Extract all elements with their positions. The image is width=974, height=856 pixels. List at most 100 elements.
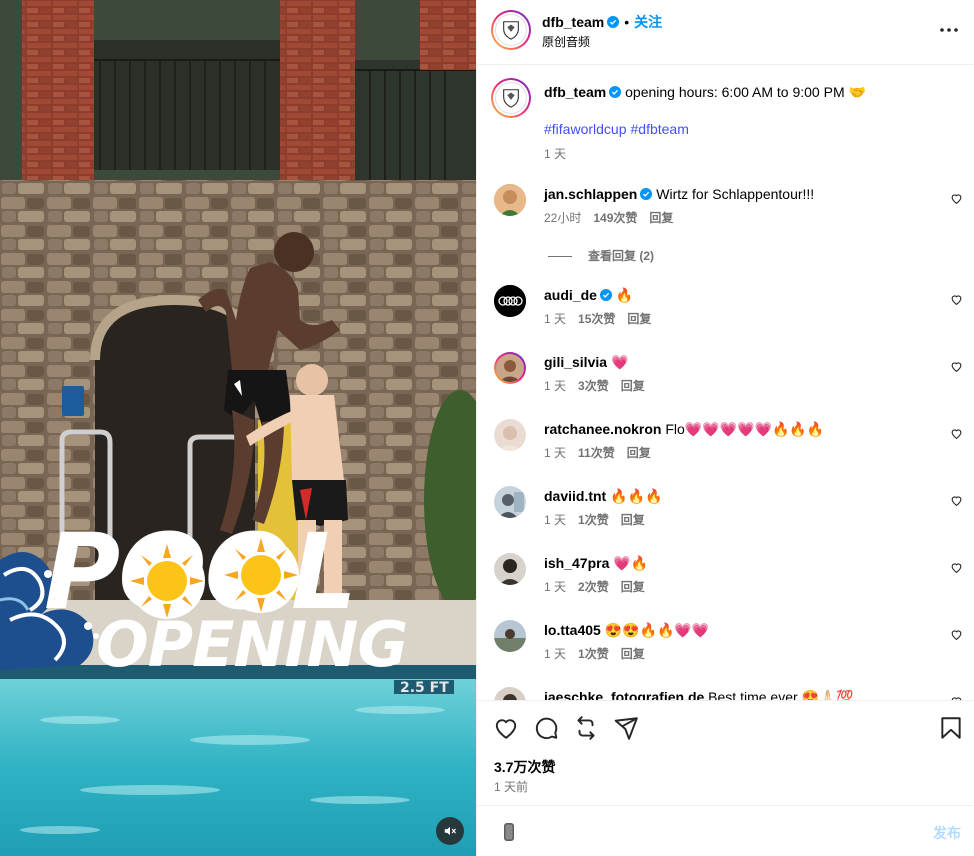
replies-divider [548,256,572,258]
verified-badge-icon [599,289,612,301]
commenter-avatar[interactable] [494,184,526,216]
comment-likes[interactable]: 3次赞 [578,379,609,393]
follow-button[interactable]: 关注 [634,14,662,30]
author-username[interactable]: dfb_team [542,14,604,30]
commenter-avatar[interactable] [494,553,526,585]
commenter-avatar[interactable] [494,687,526,700]
caption-hashtags: #fifaworldcup #dfbteam [544,121,693,137]
reply-button[interactable]: 回复 [621,647,645,661]
speaker-muted-icon [444,826,456,836]
reply-button[interactable]: 回复 [627,446,651,460]
more-horizontal-icon[interactable] [937,18,961,42]
post-detail-panel: dfb_team • 关注 原创音频 dfb_team opening hours:… [476,0,974,856]
video-frame: 2.5 FT [0,0,476,856]
heart-icon[interactable] [950,192,963,205]
comment-text: 😍😍🔥🔥💗💗 [604,622,710,638]
comment-text: 💗 [610,354,629,370]
emoji-icon[interactable] [497,820,521,844]
caption-username[interactable]: dfb_team [544,84,606,100]
comment-item: ratchanee.nokron Flo💗💗💗💗💗🔥🔥🔥 1 天 11次赞 回复 [477,419,974,479]
comment-likes[interactable]: 1次赞 [578,513,609,527]
comment-likes[interactable]: 1次赞 [578,647,609,661]
verified-badge-icon [640,188,653,200]
likes-count[interactable]: 3.7万次赞 [494,757,555,777]
commenter-username[interactable]: daviid.tnt [544,488,606,504]
hashtag-link[interactable]: #dfbteam [631,121,689,137]
commenter-username[interactable]: jaeschke_fotografien.de [544,689,704,700]
reply-button[interactable]: 回复 [621,513,645,527]
comment-item: jan.schlappen Wirtz for Schlappentour!!!… [477,184,974,244]
comment-text: 🔥🔥🔥 [610,488,663,504]
repost-icon[interactable] [573,715,599,741]
comment-icon[interactable] [533,715,559,741]
reply-button[interactable]: 回复 [621,580,645,594]
caption-time: 1 天 [544,147,567,161]
heart-icon[interactable] [950,427,963,440]
depth-marker: 2.5 FT [400,680,449,696]
comment-likes[interactable]: 11次赞 [578,446,615,460]
comments-list[interactable]: dfb_team opening hours: 6:00 AM to 9:00 … [477,66,974,700]
bookmark-icon[interactable] [938,715,964,741]
comment-item: lo.tta405 😍😍🔥🔥💗💗 1 天 1次赞 回复 [477,620,974,680]
caption-emoji: 🤝 [848,84,866,100]
hashtag-link[interactable]: #fifaworldcup [544,121,627,137]
comment-text: Flo💗💗💗💗💗🔥🔥🔥 [665,421,825,437]
post-header: dfb_team • 关注 原创音频 [477,0,974,65]
heart-icon[interactable] [950,494,963,507]
comment-item: ish_47pra 💗🔥 1 天 2次赞 回复 [477,553,974,613]
heart-icon[interactable] [950,293,963,306]
reply-button[interactable]: 回复 [649,211,673,225]
commenter-username[interactable]: ish_47pra [544,555,609,571]
comment-text: Wirtz for Schlappentour!!! [656,186,815,202]
comment-text: 🔥 [615,287,634,303]
comment-input[interactable] [537,820,897,842]
send-icon[interactable] [613,715,639,741]
author-avatar[interactable] [491,10,531,50]
dfb-logo-icon [503,21,519,40]
comment-text: Best time ever 😍🙏🏻💯 [708,689,854,700]
sun-emoji-right [223,537,299,613]
post-comment-button[interactable]: 发布 [933,823,961,843]
posted-time: 1 天前 [494,780,529,794]
comment-likes[interactable]: 149次赞 [593,211,637,225]
mute-toggle-button[interactable] [436,817,464,845]
sun-emoji-left [129,543,205,619]
comment-text: 💗🔥 [613,555,649,571]
commenter-avatar[interactable] [494,352,526,384]
comment-likes[interactable]: 2次赞 [578,580,609,594]
comment-time: 1 天 [544,312,567,326]
heart-icon[interactable] [950,628,963,641]
audio-label[interactable]: 原创音频 [542,33,590,50]
comment-time: 1 天 [544,513,567,527]
commenter-username[interactable]: lo.tta405 [544,622,601,638]
comment-composer: 发布 [477,805,974,856]
comment-item: jaeschke_fotografien.de Best time ever 😍… [477,687,974,700]
view-replies-button[interactable]: 查看回复 (2) [548,247,654,264]
commenter-avatar[interactable] [494,620,526,652]
commenter-avatar[interactable] [494,419,526,451]
verified-badge-icon [609,86,622,98]
reply-button[interactable]: 回复 [621,379,645,393]
verified-badge-icon [607,16,620,28]
comment-likes[interactable]: 15次赞 [578,312,615,326]
caption-avatar[interactable] [491,78,531,118]
comment-time: 1 天 [544,580,567,594]
post-actions: 3.7万次赞 1 天前 [477,700,974,805]
comment-item: audi_de 🔥 1 天 15次赞 回复 [477,285,974,345]
reply-button[interactable]: 回复 [627,312,651,326]
commenter-username[interactable]: ratchanee.nokron [544,421,661,437]
commenter-avatar[interactable] [494,285,526,317]
comment-time: 22小时 [544,211,582,225]
video-player[interactable]: 2.5 FT POOL OPENING [0,0,476,856]
heart-icon[interactable] [950,561,963,574]
commenter-username[interactable]: jan.schlappen [544,186,637,202]
comment-item: gili_silvia 💗 1 天 3次赞 回复 [477,352,974,412]
heart-icon[interactable] [493,715,519,741]
separator-dot: • [624,14,630,30]
heart-icon[interactable] [950,360,963,373]
commenter-avatar[interactable] [494,486,526,518]
commenter-username[interactable]: gili_silvia [544,354,607,370]
comment-time: 1 天 [544,647,567,661]
commenter-username[interactable]: audi_de [544,287,597,303]
comment-time: 1 天 [544,379,567,393]
